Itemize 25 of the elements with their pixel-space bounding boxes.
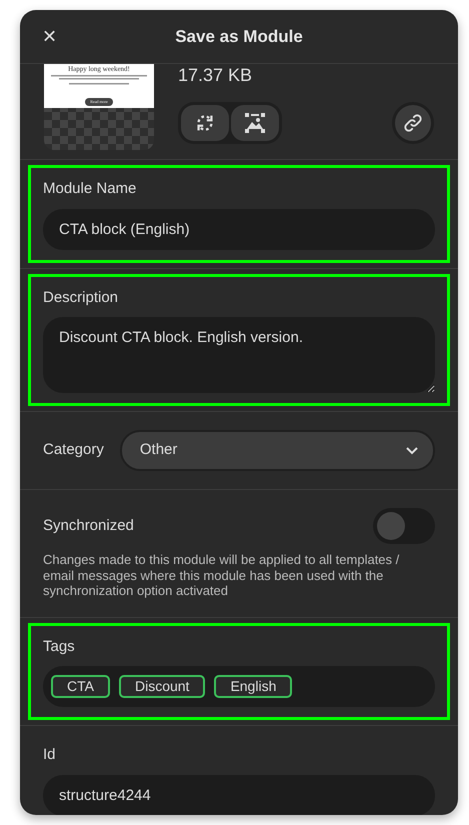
close-button[interactable]: ✕ xyxy=(38,23,61,50)
link-button[interactable] xyxy=(392,102,434,144)
field-label: Category xyxy=(43,440,104,460)
tag-chip[interactable]: CTA xyxy=(51,675,110,698)
text-input-field[interactable]: structure4244 xyxy=(43,774,435,815)
file-size: 17.37 KB xyxy=(178,66,254,84)
tag-chip[interactable]: Discount xyxy=(118,675,206,698)
help-text: Changes made to this module will be applied to all templates / email messages where this module has been used with the synchronization option activated xyxy=(43,552,400,599)
refresh-button[interactable] xyxy=(181,105,229,141)
image-button[interactable] xyxy=(231,105,279,141)
field-label: Module Name xyxy=(43,179,138,199)
image-frame-icon xyxy=(243,111,267,135)
link-icon xyxy=(403,113,423,133)
tags-field[interactable]: CTA Discount English xyxy=(43,666,435,708)
field-label: Id xyxy=(43,745,57,766)
field-label: Description xyxy=(43,288,120,308)
field-label: Tags xyxy=(43,636,76,657)
category-dropdown[interactable]: Other xyxy=(120,430,435,471)
text-input-field[interactable]: CTA block (English) xyxy=(43,208,435,250)
chevron-down-icon xyxy=(405,446,419,455)
description-field[interactable]: Discount CTA block. English version. xyxy=(43,317,435,393)
field-label: Synchronized xyxy=(43,516,134,536)
synchronized-toggle[interactable] xyxy=(373,508,435,544)
dialog-title: Save as Module xyxy=(175,26,303,48)
tag-chip[interactable]: English xyxy=(214,675,292,698)
